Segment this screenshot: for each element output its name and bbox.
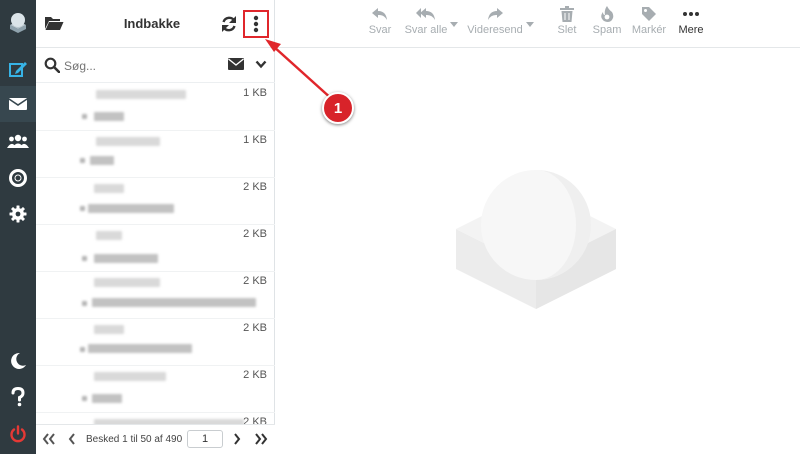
message-size: 2 KB [243, 275, 267, 287]
previous-page-icon[interactable] [68, 433, 76, 445]
trash-icon [560, 6, 574, 22]
power-icon [10, 425, 26, 443]
message-size: 2 KB [243, 416, 267, 424]
moon-icon [11, 352, 26, 369]
forward-icon [488, 8, 503, 20]
nav-about[interactable] [0, 379, 36, 415]
mark-button[interactable]: Markér [630, 6, 668, 36]
list-item[interactable]: 2 KB [36, 413, 275, 424]
message-size: 2 KB [243, 228, 267, 240]
nav-compose[interactable] [0, 51, 36, 87]
search-icon [44, 57, 60, 73]
spam-button[interactable]: Spam [590, 6, 624, 36]
fire-icon [601, 6, 614, 22]
search-bar [36, 49, 275, 83]
pagination: Besked 1 til 50 af 490 1 [36, 424, 275, 454]
pagination-status: Besked 1 til 50 af 490 [86, 434, 183, 445]
reply-icon [372, 8, 387, 20]
next-page-icon[interactable] [233, 433, 241, 445]
message-size: 1 KB [243, 87, 267, 99]
delete-button[interactable]: Slet [554, 6, 580, 36]
envelope-filter-icon[interactable] [228, 58, 244, 70]
reply-button[interactable]: Svar [366, 6, 394, 36]
reply-all-icon [416, 8, 435, 20]
folder-toggle-button[interactable] [44, 14, 64, 34]
reply-all-button[interactable]: Svar alle [402, 6, 450, 36]
list-header: Indbakke [36, 0, 275, 48]
message-size: 1 KB [243, 134, 267, 146]
list-options-menu-button[interactable] [243, 10, 269, 38]
refresh-icon [222, 16, 236, 32]
nav-mail[interactable] [0, 86, 36, 122]
caret-down-icon [450, 22, 458, 27]
horizontal-ellipsis-icon [683, 12, 699, 16]
logo-icon [10, 13, 26, 33]
contacts-icon [7, 134, 29, 148]
last-page-icon[interactable] [254, 433, 268, 445]
list-item[interactable]: 2 KB [36, 319, 275, 366]
list-item[interactable]: 2 KB [36, 178, 275, 225]
folder-title: Indbakke [123, 16, 181, 31]
nav-help[interactable] [0, 160, 36, 196]
message-preview-pane [276, 49, 800, 454]
gear-icon [9, 205, 27, 223]
list-item[interactable]: 2 KB [36, 366, 275, 413]
search-input[interactable] [64, 56, 224, 76]
logo[interactable] [0, 4, 36, 40]
vertical-ellipsis-icon [253, 15, 259, 33]
list-item[interactable]: 2 KB [36, 272, 275, 319]
compose-icon [9, 62, 27, 77]
first-page-icon[interactable] [42, 433, 56, 445]
nav-logout[interactable] [0, 416, 36, 452]
nav-contacts[interactable] [0, 123, 36, 159]
page-number-input[interactable]: 1 [187, 430, 223, 448]
forward-button[interactable]: Videresend [466, 6, 524, 36]
message-list-panel: Indbakke Søg... 1 KB 1 KB 2 KB 2 KB 2 KB… [36, 0, 275, 454]
message-size: 2 KB [243, 181, 267, 193]
message-size: 2 KB [243, 369, 267, 381]
chevron-down-icon[interactable] [255, 60, 267, 69]
empty-state-logo [456, 170, 616, 309]
list-item[interactable]: 1 KB [36, 84, 275, 131]
message-toolbar: Svar Svar alle Videresend Slet Spam Mark… [276, 0, 800, 48]
message-size: 2 KB [243, 322, 267, 334]
mail-icon [8, 98, 28, 110]
tag-icon [642, 7, 656, 21]
refresh-button[interactable] [219, 14, 239, 34]
message-list: 1 KB 1 KB 2 KB 2 KB 2 KB 2 KB 2 KB 2 KB [36, 84, 275, 424]
list-item[interactable]: 1 KB [36, 131, 275, 178]
nav-rail [0, 0, 36, 454]
nav-settings[interactable] [0, 196, 36, 232]
caret-down-icon [526, 22, 534, 27]
list-item[interactable]: 2 KB [36, 225, 275, 272]
folder-open-icon [45, 17, 64, 30]
lifebuoy-icon [9, 169, 27, 187]
question-icon [11, 387, 25, 407]
annotation-step-badge: 1 [322, 92, 354, 124]
nav-theme[interactable] [0, 343, 36, 379]
more-button[interactable]: Mere [674, 6, 708, 36]
